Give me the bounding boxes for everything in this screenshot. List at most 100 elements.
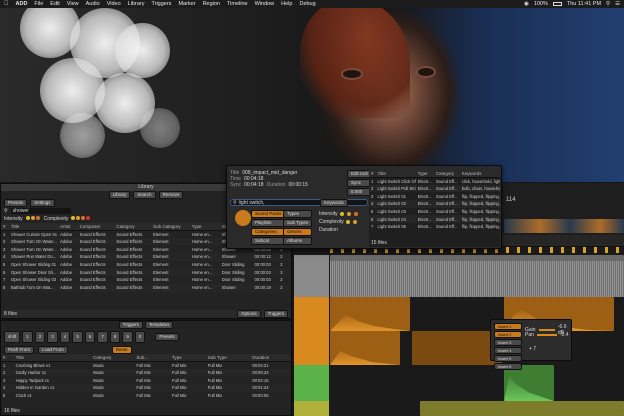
reset-button[interactable]: Reset (111, 345, 132, 354)
col-sub-category[interactable]: Sub Category (151, 223, 190, 231)
col-number[interactable]: # (1, 354, 14, 362)
track-header-drums[interactable] (294, 365, 329, 401)
trigger-key[interactable]: 8 (109, 331, 121, 343)
insert-slot[interactable]: Insert 3 (494, 339, 522, 346)
keywords-dropdown[interactable]: Keywords (320, 199, 348, 207)
menu-window[interactable]: Window (255, 1, 275, 7)
tab-triggers[interactable]: Triggers (118, 321, 143, 329)
gain-slider[interactable] (538, 329, 555, 331)
battery-label[interactable]: 100% (534, 1, 548, 7)
trigger-key[interactable]: 7 (97, 331, 108, 343)
trigger-key[interactable]: 5 (72, 331, 83, 343)
filter-albums[interactable]: Albums (283, 237, 313, 245)
col-type[interactable]: Type (170, 354, 206, 362)
result-row[interactable]: 5 Light Switch 03 Electr... Sound Eff... fli… (369, 208, 500, 216)
trigger-key[interactable]: 3 (47, 331, 58, 343)
filter-playlists[interactable]: Playlists (251, 219, 286, 227)
push-from-dropdown[interactable]: Push From (4, 345, 35, 354)
search-input[interactable]: light switch, (239, 200, 265, 206)
col-duration[interactable]: Duration (250, 354, 291, 362)
trigger-row[interactable]: 1 Crushing Blows v1 Music Full Mix Full Mix F… (1, 361, 291, 369)
trigger-key[interactable]: 2 (34, 331, 46, 343)
complexity-dots[interactable] (71, 216, 91, 222)
col-category[interactable]: Category (114, 223, 152, 231)
shift-key[interactable]: shift (4, 331, 21, 343)
library-row[interactable]: 4 Shower Run Water Do... Adobe Sound Effect… (1, 253, 291, 261)
intensity-dots[interactable] (25, 216, 41, 222)
trigger-row[interactable]: 3 Happy Tadpool v1 Music Full Mix Full Mix Fu… (1, 376, 291, 384)
transpose-value[interactable]: + 7 (529, 346, 536, 352)
trigger-key[interactable]: 4 (59, 331, 71, 343)
drums-clip[interactable] (504, 365, 554, 401)
result-row[interactable]: 1 Light Switch Click Off Electr... Sound Ef… (369, 177, 500, 185)
trigger-key[interactable]: 0 (134, 331, 146, 343)
insert-slot[interactable]: Insert 1 (494, 323, 522, 330)
col-title[interactable]: Title (8, 223, 58, 231)
options-button[interactable]: Options (237, 310, 261, 318)
col-keywords[interactable]: Keywords (459, 170, 500, 178)
trigger-row[interactable]: 4 Hidden In Garden v1 Music Full Mix Full Mi… (1, 384, 291, 392)
tab-library[interactable]: Library (108, 191, 131, 199)
battery-icon[interactable] (552, 2, 562, 6)
filter-categories[interactable]: Categories (251, 228, 286, 236)
library-search-input[interactable]: shower (10, 208, 71, 214)
col-category[interactable]: Category (433, 170, 460, 178)
pan-value[interactable]: -2.4 (560, 332, 569, 338)
menu-audio[interactable]: Audio (86, 1, 100, 7)
col-type[interactable]: Type (189, 223, 220, 231)
library-row[interactable]: 8 Bathtub Turn On Wat... Adobe Sound Effect… (1, 283, 291, 292)
col-sub-type[interactable]: Sub Type (205, 354, 251, 362)
menu-app-name[interactable]: ADD (16, 1, 28, 7)
col-category[interactable]: Category (91, 354, 135, 362)
result-row[interactable]: 6 Light Switch 04 Electr... Sound Eff... fli… (369, 215, 500, 224)
library-row[interactable]: 5 Open Shower Sliding 01 Adobe Sound Effect… (1, 261, 291, 269)
result-row[interactable]: 2Light Switch Pull StringElectr...Sound … (369, 184, 500, 193)
trigger-key[interactable]: 9 (122, 331, 133, 343)
track-header-ambience[interactable] (294, 401, 329, 416)
clock[interactable]: Thu 11:41 PM (567, 1, 601, 7)
track-header-bass[interactable] (294, 331, 329, 365)
insert-slot[interactable]: Insert 2 (494, 331, 522, 338)
track-header-guitar[interactable] (294, 297, 329, 331)
insert-slot[interactable]: Insert 5 (494, 355, 522, 362)
tab-templates[interactable]: Templates (144, 321, 174, 329)
bass-clip[interactable] (330, 331, 400, 365)
trigger-key[interactable]: 6 (84, 331, 96, 343)
wifi-icon[interactable]: ◉ (524, 1, 529, 7)
trigger-row[interactable]: 2 Godly Harbor v1 Music Full Mix Full Mix Ful… (1, 368, 291, 377)
menu-file[interactable]: File (34, 1, 43, 7)
menu-video[interactable]: Video (107, 1, 121, 7)
presets-button[interactable]: Presets (155, 333, 179, 341)
bass-clip[interactable] (412, 331, 502, 365)
col-title[interactable]: Title (375, 170, 416, 178)
ambience-clip[interactable] (420, 401, 624, 416)
menu-list-icon[interactable]: ☰ (615, 1, 620, 7)
search-icon[interactable]: ⚲ (606, 1, 610, 7)
col-number[interactable]: # (1, 223, 9, 231)
menu-library[interactable]: Library (128, 1, 145, 7)
tab-remove[interactable]: Remove (158, 191, 184, 199)
filter-genres[interactable]: Genres (283, 228, 313, 236)
result-row[interactable]: 4 Light Switch 02 Electr... Sound Eff... fli… (369, 200, 500, 208)
col-type[interactable]: Type (415, 170, 434, 178)
filter-types[interactable]: Types (283, 210, 313, 218)
library-row[interactable]: 6 Open Shower Door Sli... Adobe Sound Effec… (1, 268, 291, 277)
col-sub[interactable]: Sub... (134, 354, 171, 362)
tempo-display[interactable]: 114 (506, 197, 516, 203)
load-from-dropdown[interactable]: Load From (38, 345, 68, 354)
trigger-row[interactable]: 5 Clock v1 Music Full Mix Full Mix Full Mix 00… (1, 392, 291, 400)
tab-search[interactable]: Search (133, 191, 156, 199)
result-row[interactable]: 3 Light Switch 01 Electr... Sound Eff... fli… (369, 192, 500, 200)
menu-edit[interactable]: Edit (50, 1, 59, 7)
sound-pack-icon[interactable] (235, 210, 251, 226)
menu-triggers[interactable]: Triggers (151, 1, 171, 7)
filter-sound-packs[interactable]: Sound Packs (251, 210, 286, 218)
insert-slot[interactable]: Insert 6 (494, 363, 522, 370)
result-row[interactable]: 7 Light Switch 05 Electr... Sound Eff... fli… (369, 223, 500, 231)
pan-slider[interactable] (536, 334, 557, 336)
triggers-button[interactable]: Triggers (263, 310, 288, 318)
apple-icon[interactable]:  (4, 1, 9, 7)
menu-timeline[interactable]: Timeline (227, 1, 248, 7)
settings-button[interactable]: Settings (30, 199, 55, 207)
filter-sub-types[interactable]: Sub Types (283, 219, 313, 227)
